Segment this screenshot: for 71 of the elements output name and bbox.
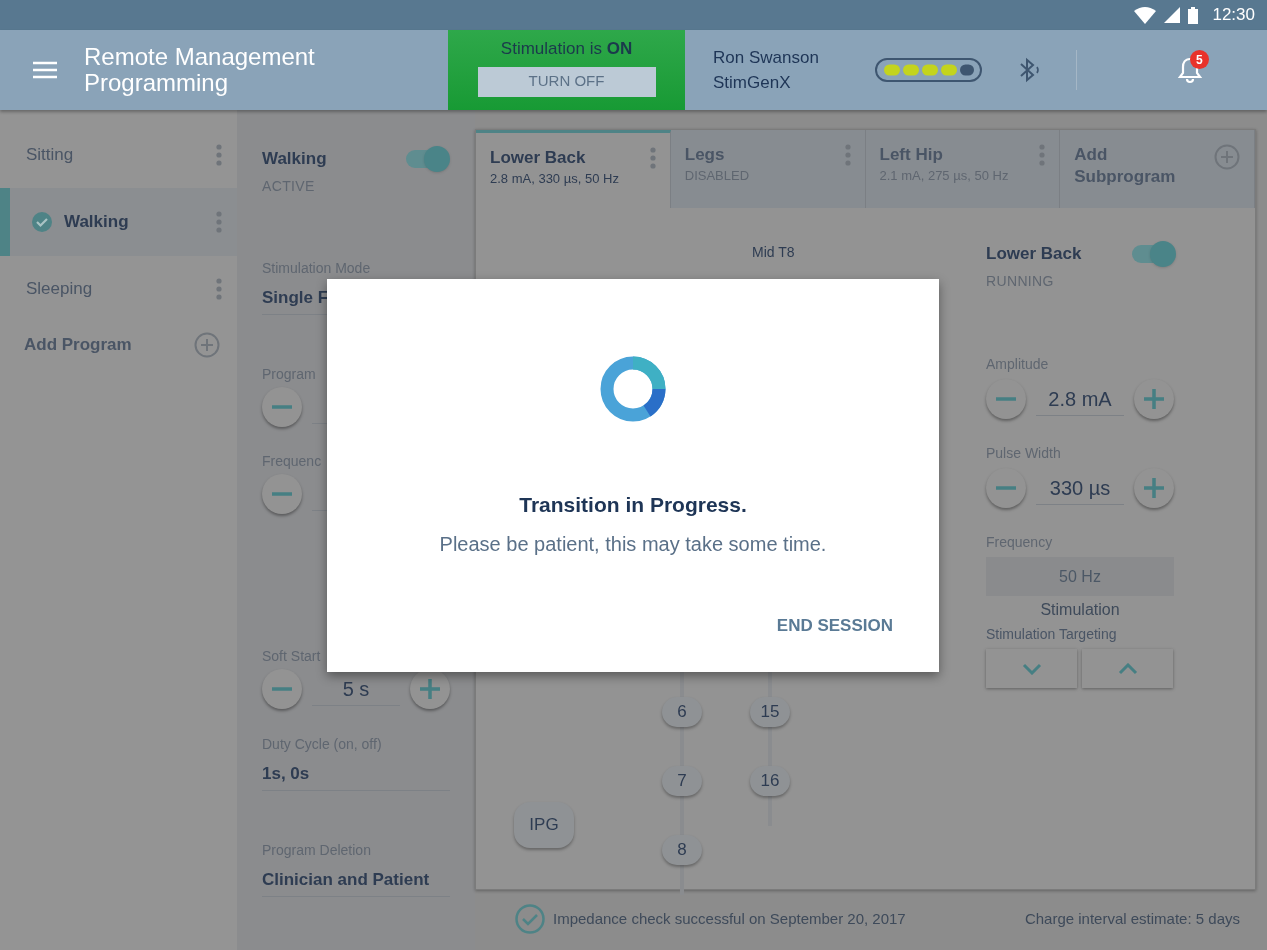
menu-icon[interactable]: [33, 61, 57, 79]
add-icon[interactable]: [1214, 144, 1240, 170]
more-icon[interactable]: [844, 144, 851, 166]
electrode[interactable]: 7: [662, 766, 702, 796]
subprogram-tab[interactable]: Add Subprogram: [1060, 130, 1255, 208]
target-down-button[interactable]: [986, 649, 1077, 688]
turn-off-button[interactable]: TURN OFF: [477, 66, 656, 97]
electrode[interactable]: 15: [750, 697, 790, 727]
electrode[interactable]: 6: [662, 697, 702, 727]
minus-icon: [271, 492, 293, 496]
loading-spinner-icon: [599, 355, 667, 423]
decrease-button[interactable]: [986, 379, 1026, 419]
toggle-switch[interactable]: [1130, 241, 1176, 267]
plus-icon: [1143, 388, 1165, 410]
electrode[interactable]: 8: [662, 835, 702, 865]
stimulation-label: Stimulation: [1039, 600, 1121, 620]
add-program-label[interactable]: Add Program: [24, 332, 132, 358]
more-icon[interactable]: [216, 144, 222, 166]
chevron-up-icon: [1117, 662, 1138, 675]
battery-icon: [1188, 6, 1199, 24]
notification-bell-icon[interactable]: [1176, 56, 1203, 84]
value-field[interactable]: 2.8 mA: [1036, 382, 1124, 416]
battery-icon: [874, 58, 982, 82]
electrode[interactable]: 16: [750, 766, 790, 796]
program-name: Walking: [262, 148, 327, 171]
clock-time: 12:30: [1212, 4, 1255, 27]
wifi-icon: [1134, 6, 1157, 24]
frequency-field: 50 Hz: [986, 557, 1174, 596]
impedance-status: Impedance check successful on September 20, 2017: [553, 908, 906, 929]
check-circle-icon: [515, 904, 545, 934]
subprogram-tab[interactable]: Lower Back 2.8 mA, 330 µs, 50 Hz: [476, 130, 671, 208]
select-field[interactable]: 1s, 0s: [262, 757, 450, 791]
signal-icon: [1164, 7, 1181, 23]
target-up-button[interactable]: [1082, 649, 1173, 688]
stimulation-status: Stimulation is ON: [500, 38, 633, 60]
program-item[interactable]: Walking: [0, 188, 237, 256]
more-icon[interactable]: [1039, 144, 1046, 166]
minus-icon: [995, 486, 1017, 490]
minus-icon: [271, 405, 293, 409]
minus-icon: [995, 397, 1017, 401]
charge-interval: Charge interval estimate: 5 days: [1024, 908, 1240, 929]
program-item[interactable]: Sleeping: [0, 264, 237, 314]
decrease-button[interactable]: [262, 669, 302, 709]
plus-icon: [419, 678, 441, 700]
more-icon[interactable]: [216, 278, 222, 300]
increase-button[interactable]: [410, 669, 450, 709]
patient-name: Ron Swanson: [713, 47, 819, 69]
add-icon[interactable]: [194, 332, 220, 358]
end-session-button[interactable]: END SESSION: [766, 608, 903, 642]
decrease-button[interactable]: [986, 468, 1026, 508]
more-icon[interactable]: [649, 147, 656, 169]
notification-badge: 5: [1189, 50, 1209, 69]
decrease-button[interactable]: [262, 474, 302, 514]
chevron-down-icon: [1021, 662, 1042, 675]
device-name: StimGenX: [713, 72, 792, 94]
plus-icon: [1143, 477, 1165, 499]
check-icon: [32, 212, 52, 232]
ipg-device[interactable]: IPG: [514, 802, 574, 848]
dialog-message: Please be patient, this may take some time.: [439, 531, 827, 557]
subprogram-name: Lower Back: [986, 243, 1082, 266]
toggle-switch[interactable]: [404, 146, 450, 172]
lead-label: Mid T8: [752, 243, 795, 262]
value-field[interactable]: 330 µs: [1036, 471, 1124, 505]
program-item[interactable]: Sitting: [0, 130, 237, 180]
dialog-title: Transition in Progress.: [519, 492, 747, 518]
minus-icon: [271, 687, 293, 691]
decrease-button[interactable]: [262, 387, 302, 427]
app-title: Remote Management Programming: [84, 44, 316, 96]
targeting-label: Stimulation Targeting: [986, 625, 1118, 644]
select-field[interactable]: Clinician and Patient: [262, 863, 450, 897]
more-icon[interactable]: [216, 211, 222, 233]
